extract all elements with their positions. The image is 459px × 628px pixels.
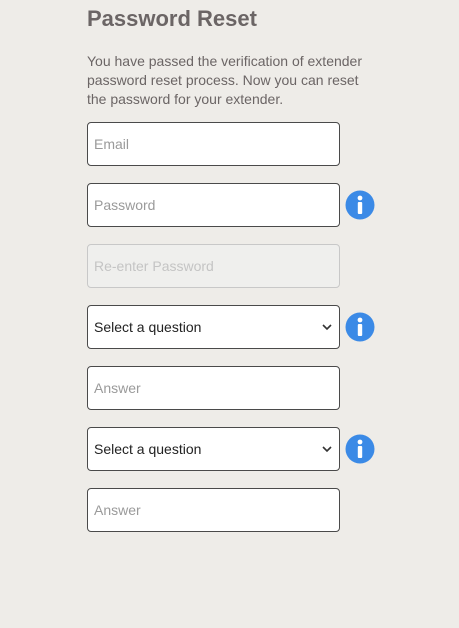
chevron-down-icon	[322, 324, 332, 331]
chevron-down-icon	[322, 446, 332, 453]
page-description: You have passed the verification of exte…	[87, 53, 363, 107]
email-field[interactable]	[87, 122, 340, 166]
answer-2-field[interactable]	[87, 488, 340, 532]
security-question-1-select[interactable]: Select a question	[87, 305, 340, 349]
reenter-password-field[interactable]	[87, 244, 340, 288]
password-field[interactable]	[87, 183, 340, 227]
question-2-info-icon[interactable]	[345, 434, 375, 464]
question-1-info-icon[interactable]	[345, 312, 375, 342]
page-title: Password Reset	[87, 6, 257, 31]
security-question-2-select[interactable]: Select a question	[87, 427, 340, 471]
security-question-1-value: Select a question	[94, 319, 202, 335]
password-info-icon[interactable]	[345, 190, 375, 220]
security-question-2-value: Select a question	[94, 441, 202, 457]
answer-1-field[interactable]	[87, 366, 340, 410]
